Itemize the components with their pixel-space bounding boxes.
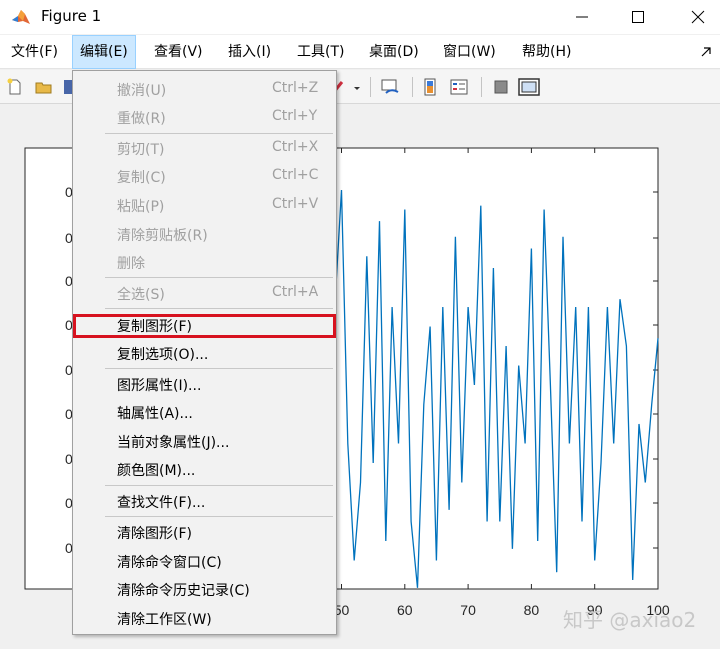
menu-item-label: 删除 [117, 256, 145, 272]
minimize-button[interactable] [559, 0, 605, 34]
menu-item-label: 撤消(U) [117, 83, 167, 99]
menu-item-shortcut: Ctrl+X [272, 139, 319, 155]
minimize-icon [576, 16, 588, 18]
menu-item-label: 清除命令窗口(C) [117, 555, 222, 571]
insert-colorbar-icon[interactable] [422, 78, 440, 96]
menu-item-undo[interactable]: 撤消(U) Ctrl+Z [73, 75, 336, 103]
new-figure-icon[interactable] [6, 78, 24, 96]
x-tick-label: 70 [460, 602, 476, 618]
menu-item-paste[interactable]: 粘贴(P) Ctrl+V [73, 191, 336, 219]
menu-file[interactable]: 文件(F) [4, 35, 65, 69]
menu-item-label: 重做(R) [117, 111, 166, 127]
menu-item-label: 图形属性(I)... [117, 378, 202, 394]
toolbar-separator [481, 77, 482, 97]
menu-item-label: 清除命令历史记录(C) [117, 583, 250, 599]
menu-separator [105, 368, 333, 369]
menu-item-clear-clipboard[interactable]: 清除剪贴板(R) [73, 220, 336, 248]
menu-item-shortcut: Ctrl+Z [272, 80, 319, 96]
menu-item-copy[interactable]: 复制(C) Ctrl+C [73, 162, 336, 190]
highlight-annotation-box [73, 314, 336, 338]
open-icon[interactable] [35, 78, 53, 96]
toolbar-separator [370, 77, 371, 97]
menu-separator [105, 277, 333, 278]
menu-separator [105, 485, 333, 486]
menu-item-label: 复制选项(O)... [117, 347, 209, 363]
menu-separator [105, 308, 333, 309]
x-tick-label: 80 [524, 602, 540, 618]
menu-item-clear-figure[interactable]: 清除图形(F) [73, 518, 336, 546]
menu-item-label: 粘贴(P) [117, 199, 165, 215]
menu-desktop[interactable]: 桌面(D) [362, 35, 426, 69]
menu-item-label: 颜色图(M)... [117, 463, 196, 479]
menu-item-axes-properties[interactable]: 轴属性(A)... [73, 398, 336, 426]
matlab-logo-icon [12, 10, 30, 24]
menu-item-label: 清除工作区(W) [117, 612, 212, 628]
menu-item-shortcut: Ctrl+A [272, 284, 319, 300]
menu-item-select-all[interactable]: 全选(S) Ctrl+A [73, 279, 336, 307]
menu-item-label: 查找文件(F)... [117, 495, 206, 511]
menu-item-label: 剪切(T) [117, 142, 165, 158]
menu-item-copy-options[interactable]: 复制选项(O)... [73, 339, 336, 367]
menu-window[interactable]: 窗口(W) [436, 35, 503, 69]
watermark: 知乎 @axiao2 [563, 608, 697, 632]
brush-dropdown-icon[interactable] [352, 78, 362, 96]
menu-view[interactable]: 查看(V) [147, 35, 210, 69]
menu-item-redo[interactable]: 重做(R) Ctrl+Y [73, 103, 336, 131]
menu-item-label: 清除图形(F) [117, 526, 192, 542]
menu-item-shortcut: Ctrl+C [272, 167, 319, 183]
insert-legend-icon[interactable] [450, 78, 468, 96]
menu-item-label: 全选(S) [117, 287, 165, 303]
menu-item-delete[interactable]: 删除 [73, 248, 336, 276]
menu-item-clear-command-window[interactable]: 清除命令窗口(C) [73, 547, 336, 575]
edit-menu-dropdown: 撤消(U) Ctrl+Z 重做(R) Ctrl+Y 剪切(T) Ctrl+X 复… [72, 70, 337, 635]
menu-item-label: 当前对象属性(J)... [117, 435, 230, 451]
menu-separator [105, 516, 333, 517]
figure-window: Figure 1 文件(F) 编辑(E) 查看(V) 插入(I) 工具(T) 桌… [0, 0, 720, 649]
menu-item-clear-workspace[interactable]: 清除工作区(W) [73, 604, 336, 632]
close-icon [691, 10, 705, 24]
dock-arrow-icon[interactable] [699, 45, 713, 59]
x-tick-label: 60 [397, 602, 413, 618]
menu-item-label: 轴属性(A)... [117, 406, 193, 422]
menu-item-current-object-properties[interactable]: 当前对象属性(J)... [73, 427, 336, 455]
menu-item-find-files[interactable]: 查找文件(F)... [73, 487, 336, 515]
close-button[interactable] [675, 0, 720, 34]
menu-item-shortcut: Ctrl+V [272, 196, 319, 212]
window-title: Figure 1 [41, 7, 102, 25]
menu-item-label: 复制(C) [117, 170, 166, 186]
menu-item-colormap[interactable]: 颜色图(M)... [73, 455, 336, 483]
menu-item-label: 清除剪贴板(R) [117, 228, 208, 244]
link-plot-icon[interactable] [380, 78, 402, 96]
menu-insert[interactable]: 插入(I) [221, 35, 278, 69]
menu-item-clear-command-history[interactable]: 清除命令历史记录(C) [73, 575, 336, 603]
menu-item-shortcut: Ctrl+Y [272, 108, 318, 124]
menu-item-cut[interactable]: 剪切(T) Ctrl+X [73, 134, 336, 162]
menu-help[interactable]: 帮助(H) [515, 35, 578, 69]
toolbar-separator [412, 77, 413, 97]
menu-edit[interactable]: 编辑(E) [72, 35, 136, 69]
menu-bar: 文件(F) 编辑(E) 查看(V) 插入(I) 工具(T) 桌面(D) 窗口(W… [0, 35, 720, 69]
show-plot-tools-icon[interactable] [518, 78, 540, 96]
title-bar[interactable]: Figure 1 [0, 0, 720, 34]
menu-item-figure-properties[interactable]: 图形属性(I)... [73, 370, 336, 398]
menu-tools[interactable]: 工具(T) [290, 35, 351, 69]
maximize-button[interactable] [615, 0, 661, 34]
hide-plot-tools-icon[interactable] [492, 78, 510, 96]
maximize-icon [632, 11, 644, 23]
